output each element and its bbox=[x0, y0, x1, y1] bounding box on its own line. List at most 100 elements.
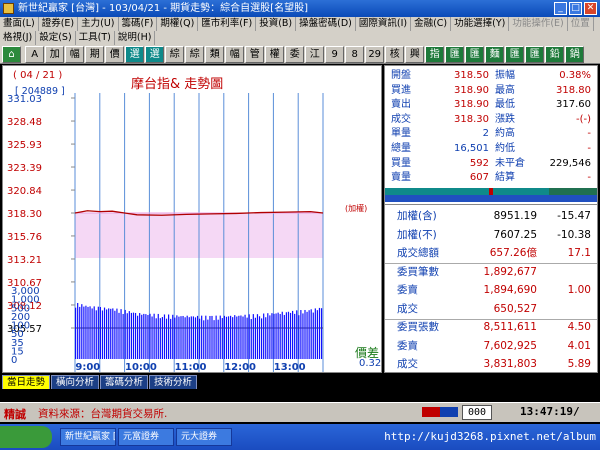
toolbar-button[interactable]: 權 bbox=[265, 46, 285, 63]
quote-value: - bbox=[587, 143, 591, 154]
toolbar-button[interactable]: 匯 bbox=[505, 46, 525, 63]
menu-item[interactable]: 設定(S) bbox=[36, 31, 76, 45]
volume-bar bbox=[120, 309, 122, 359]
taskbar-item[interactable]: 元大證券 bbox=[176, 428, 232, 446]
menu-item[interactable]: 位置 bbox=[568, 17, 594, 31]
toolbar-button[interactable]: 核 bbox=[385, 46, 405, 63]
volume-bar bbox=[91, 308, 93, 359]
volume-bar bbox=[147, 315, 149, 359]
volume-bar bbox=[277, 312, 279, 359]
menu-item[interactable]: 功能操作(E) bbox=[509, 17, 568, 31]
start-button[interactable] bbox=[0, 426, 52, 448]
volume-bar bbox=[145, 314, 147, 359]
toolbar-button[interactable]: 指 bbox=[425, 46, 445, 63]
volume-bar bbox=[227, 316, 230, 359]
close-button[interactable]: ✕ bbox=[584, 2, 597, 15]
toolbar-button[interactable]: 興 bbox=[405, 46, 425, 63]
volume-bar bbox=[271, 313, 273, 359]
menu-item[interactable]: 期權(Q) bbox=[157, 17, 199, 31]
toolbar-button[interactable]: 幅 bbox=[225, 46, 245, 63]
menu-item[interactable]: 主力(U) bbox=[78, 17, 119, 31]
volume-bar bbox=[163, 314, 166, 359]
volume-bar bbox=[273, 313, 275, 359]
quote-value: 607 bbox=[469, 172, 489, 184]
quote-label: 買量 bbox=[391, 157, 411, 169]
volume-bar bbox=[79, 306, 81, 359]
toolbar-button[interactable]: 江 bbox=[305, 46, 325, 63]
menu-item[interactable]: 格視(J) bbox=[0, 31, 37, 45]
toolbar-button[interactable]: 期 bbox=[85, 46, 105, 63]
volume-bar bbox=[252, 314, 254, 359]
volume-bar bbox=[159, 318, 161, 359]
home-icon[interactable]: ⌂ bbox=[2, 46, 21, 63]
toolbar-button[interactable]: 9 bbox=[325, 46, 345, 63]
menu-item[interactable]: 金融(C) bbox=[411, 17, 452, 31]
quote-value: 318.90 bbox=[454, 84, 489, 96]
quote-row: 買量 592 未平倉 229,546 bbox=[385, 157, 599, 171]
price-tick-label: 313.21 bbox=[7, 255, 42, 266]
taskbar-item[interactable]: 元富證券 bbox=[118, 428, 174, 446]
volume-bar bbox=[234, 315, 236, 359]
toolbar-button[interactable]: 委 bbox=[285, 46, 305, 63]
toolbar-button[interactable]: 選 bbox=[145, 46, 165, 63]
menu-item[interactable]: 國際資訊(I) bbox=[356, 17, 412, 31]
toolbar-button[interactable]: 選 bbox=[125, 46, 145, 63]
toolbar-button[interactable]: 綜 bbox=[185, 46, 205, 63]
volume-bar bbox=[106, 309, 108, 359]
menu-item[interactable]: 匯市利率(F) bbox=[198, 17, 257, 31]
toolbar-button[interactable]: 價 bbox=[105, 46, 125, 63]
quote-label: 振幅 bbox=[495, 70, 515, 81]
menu-item[interactable]: 功能選擇(Y) bbox=[451, 17, 510, 31]
volume-bar bbox=[75, 307, 77, 359]
volume-bar bbox=[99, 306, 101, 359]
toolbar-button[interactable]: 29 bbox=[365, 46, 385, 63]
toolbar-button[interactable]: 8 bbox=[345, 46, 365, 63]
menu-item[interactable]: 投資(B) bbox=[256, 17, 297, 31]
menu-item[interactable]: 畫面(L) bbox=[0, 17, 39, 31]
toolbar-button[interactable]: 綜 bbox=[165, 46, 185, 63]
price-tick-label: 331.03 bbox=[7, 94, 42, 105]
taskbar-item[interactable]: 新世紀贏家 [台灣] bbox=[60, 428, 116, 446]
volume-bar bbox=[258, 316, 261, 359]
volume-bar bbox=[236, 316, 238, 359]
quote-panel: 開盤 318.50 振幅 0.38% 買進 318.90 最高 318.80 賣出 318.90 最… bbox=[384, 65, 598, 373]
volume-bar bbox=[128, 311, 130, 359]
toolbar-button[interactable]: 管 bbox=[245, 46, 265, 63]
volume-bar bbox=[240, 315, 242, 359]
volume-bar bbox=[207, 319, 209, 359]
url-watermark: http://kujd3268.pixnet.net/album bbox=[384, 430, 596, 443]
toolbar-button[interactable]: 鍋 bbox=[565, 46, 585, 63]
volume-bar bbox=[269, 315, 271, 359]
menu-item[interactable]: 工具(T) bbox=[76, 31, 115, 45]
toolbar-button[interactable]: 幅 bbox=[65, 46, 85, 63]
menu-item[interactable]: 證券(E) bbox=[39, 17, 79, 31]
stat-row: 成交 3,831,803 5.89 bbox=[385, 354, 597, 375]
quote-row: 總量 16,501 約低 - bbox=[385, 142, 599, 156]
volume-bar bbox=[296, 310, 298, 359]
toolbar-button[interactable]: 類 bbox=[205, 46, 225, 63]
toolbar-button[interactable]: 匯 bbox=[465, 46, 485, 63]
menu-item[interactable]: 操盤密碼(D) bbox=[296, 17, 356, 31]
menu-item[interactable]: 說明(H) bbox=[115, 31, 156, 45]
volume-bar bbox=[254, 317, 256, 359]
volume-bar bbox=[149, 313, 151, 359]
quote-label: 漲跌 bbox=[495, 113, 515, 125]
volume-bar bbox=[199, 318, 201, 359]
volume-bar bbox=[151, 316, 153, 359]
minimize-button[interactable]: _ bbox=[554, 2, 567, 15]
toolbar-button[interactable]: 匯 bbox=[445, 46, 465, 63]
volume-bar bbox=[298, 315, 300, 359]
volume-bar bbox=[246, 317, 248, 359]
toolbar-button[interactable]: A bbox=[25, 46, 45, 63]
status-counter: 000 bbox=[462, 405, 492, 420]
toolbar-button[interactable]: 加 bbox=[45, 46, 65, 63]
restore-button[interactable]: □ bbox=[569, 2, 582, 15]
quote-label: 成交 bbox=[391, 113, 411, 125]
toolbar-button[interactable]: 匯 bbox=[525, 46, 545, 63]
menu-item[interactable]: 籌碼(F) bbox=[119, 17, 158, 31]
toolbar-button[interactable]: 麵 bbox=[485, 46, 505, 63]
toolbar-button[interactable]: 鉛 bbox=[545, 46, 565, 63]
volume-bar bbox=[308, 310, 310, 359]
quote-value: -(-) bbox=[575, 113, 591, 125]
volume-bar bbox=[101, 310, 104, 359]
